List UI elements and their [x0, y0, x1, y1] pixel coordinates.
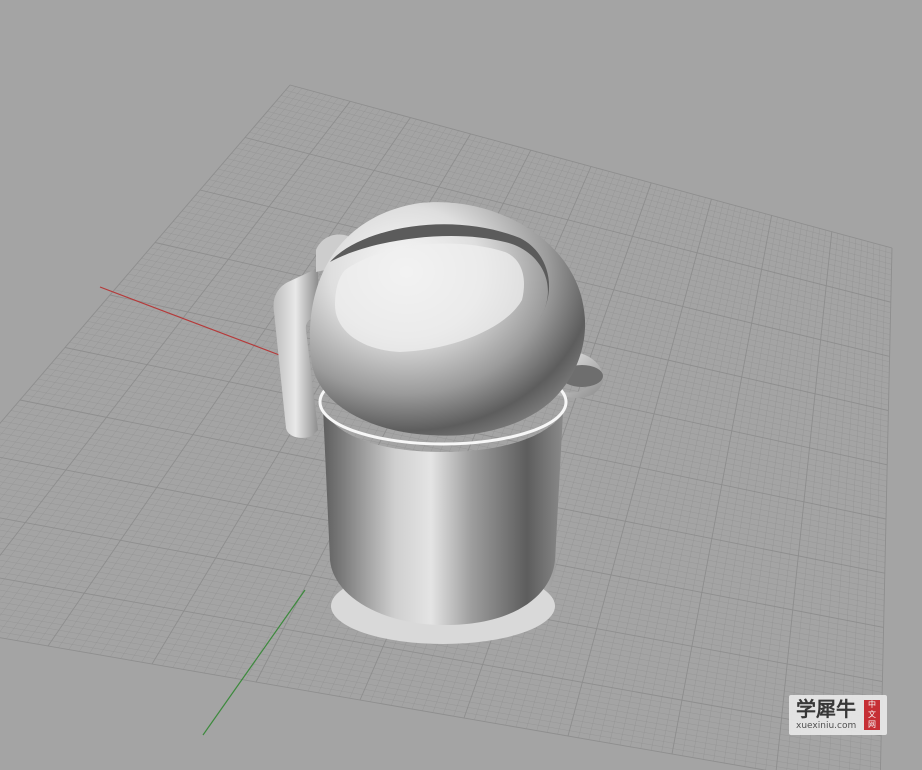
grid-line: [0, 88, 303, 449]
watermark-seal-char: 网: [868, 720, 876, 729]
watermark-url: xuexiniu.com: [796, 721, 857, 731]
grid-line: [879, 247, 893, 770]
kettle-body[interactable]: [323, 408, 563, 625]
watermark-seal-char: 中: [868, 700, 876, 709]
x-axis-line: [99, 286, 283, 357]
rhino-perspective-viewport[interactable]: 学犀牛 xuexiniu.com 中 文 网: [0, 0, 922, 770]
grid-line: [765, 230, 827, 770]
watermark-seal: 中 文 网: [864, 700, 880, 730]
viewport-canvas[interactable]: [0, 0, 922, 770]
watermark-seal-char: 文: [868, 710, 876, 719]
watermark-text: 学犀牛: [796, 697, 856, 721]
watermark-logo: 学犀牛 xuexiniu.com 中 文 网: [789, 695, 887, 735]
grid-line: [744, 226, 814, 767]
grid-line: [0, 106, 369, 601]
